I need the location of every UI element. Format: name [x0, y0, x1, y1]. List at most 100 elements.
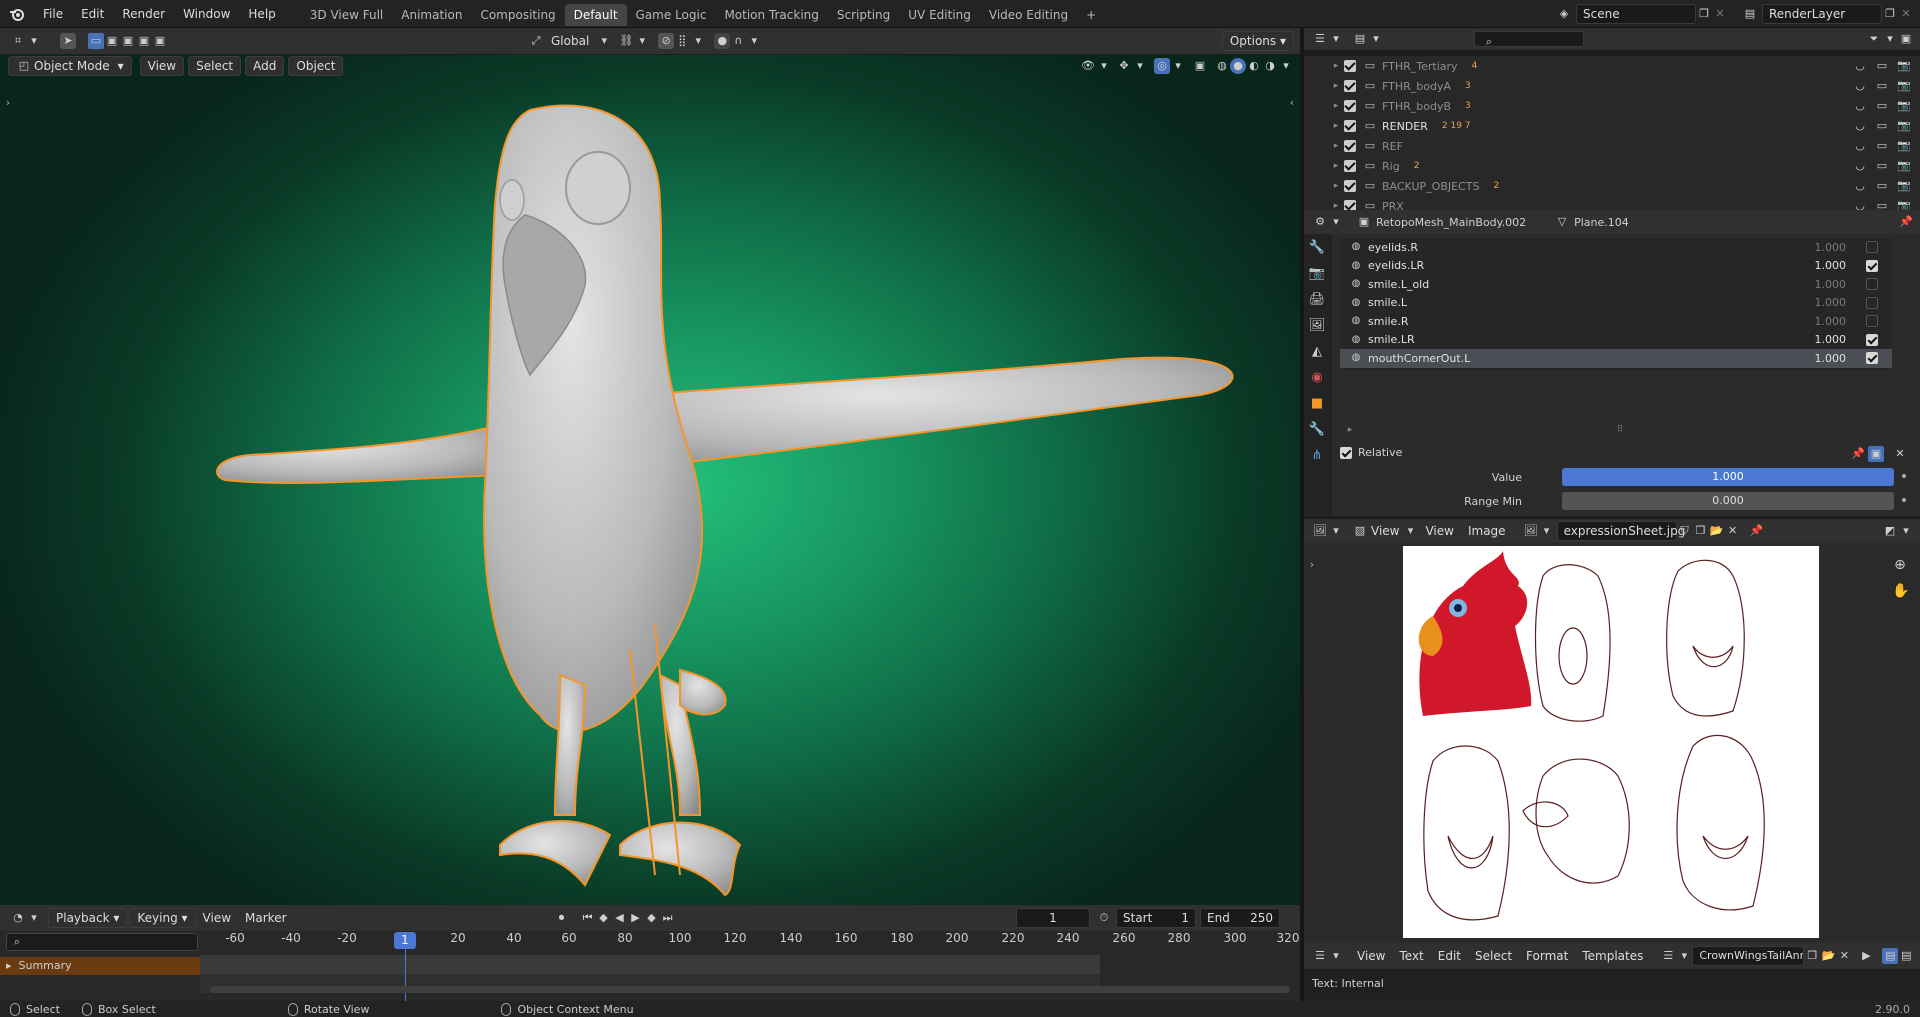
disable-in-viewport-icon[interactable]: ▭	[1874, 158, 1890, 174]
expand-arrow-icon[interactable]: ▸	[1328, 118, 1344, 134]
chevron-down-icon[interactable]: ▾	[1328, 31, 1344, 47]
tool-tab-icon[interactable]: 🔧	[1304, 234, 1330, 260]
chevron-down-icon[interactable]: ▾	[1898, 523, 1914, 539]
hide-in-viewport-icon[interactable]: ◡	[1852, 138, 1868, 154]
tab-motion-tracking[interactable]: Motion Tracking	[715, 4, 827, 26]
outliner-search-input[interactable]: ⌕	[1474, 31, 1584, 48]
menu-format[interactable]: Format	[1519, 946, 1575, 966]
menu-text-select[interactable]: Select	[1468, 946, 1519, 966]
shape-key-mute-checkbox[interactable]	[1866, 278, 1878, 291]
tab-compositing[interactable]: Compositing	[471, 4, 564, 26]
shape-key-value[interactable]: 1.000	[1796, 296, 1866, 309]
line-numbers-icon[interactable]: ▤	[1882, 948, 1899, 964]
outliner-row[interactable]: ▸ ▭ PRX ◡ ▭ 📷	[1328, 196, 1920, 210]
outliner-row[interactable]: ▸ ▭ FTHR_bodyA 3 ◡ ▭ 📷	[1328, 76, 1920, 96]
view-mode-icon[interactable]: ▧	[1352, 523, 1368, 539]
editor-type-icon[interactable]: ⌗	[10, 33, 26, 49]
exclude-checkbox[interactable]	[1344, 160, 1356, 172]
shape-key-value[interactable]: 1.000	[1796, 259, 1866, 272]
view-layer-field[interactable]: RenderLayer	[1762, 3, 1882, 24]
fake-user-icon[interactable]: ⛉	[1677, 523, 1693, 539]
select-invert-icon[interactable]: ▣	[136, 33, 152, 49]
shape-key-name[interactable]: eyelids.LR	[1368, 259, 1424, 272]
select-extend-icon[interactable]: ▣	[104, 33, 120, 49]
outliner-row[interactable]: ▸ ▭ FTHR_bodyB 3 ◡ ▭ 📷	[1328, 96, 1920, 116]
select-intersect-icon[interactable]: ▣	[152, 33, 168, 49]
disable-in-viewport-icon[interactable]: ▭	[1874, 138, 1890, 154]
current-frame-field[interactable]: 1	[1016, 908, 1090, 928]
toolbar-expand-icon[interactable]: ›	[1304, 557, 1320, 573]
delete-view-layer-icon[interactable]: ✕	[1898, 6, 1914, 22]
menu-keying[interactable]: Keying ▾	[129, 908, 196, 928]
outliner-row[interactable]: ▸ ▭ BACKUP_OBJECTS 2 ◡ ▭ 📷	[1328, 176, 1920, 196]
tab-default[interactable]: Default	[564, 4, 627, 26]
image-browse-icon[interactable]: 🖼	[1523, 523, 1539, 539]
disable-in-render-icon[interactable]: 📷	[1896, 78, 1912, 94]
shape-key-row[interactable]: ◍ smile.L 1.000	[1340, 294, 1892, 313]
zoom-icon[interactable]: ⊕	[1892, 557, 1908, 573]
tab-video-editing[interactable]: Video Editing	[980, 4, 1077, 26]
shape-key-mute-checkbox[interactable]	[1866, 241, 1878, 254]
falloff-icon[interactable]: ∩	[730, 33, 746, 49]
view-mode-dropdown[interactable]: View	[1368, 521, 1402, 541]
shape-key-name[interactable]: smile.LR	[1368, 333, 1415, 346]
new-collection-icon[interactable]: ▣	[1898, 31, 1914, 47]
play-icon[interactable]: ▶	[628, 910, 644, 926]
jump-start-icon[interactable]: ⏮	[580, 910, 596, 926]
view-layer-icon[interactable]: ▤	[1742, 6, 1758, 22]
shape-key-mute-checkbox[interactable]	[1866, 296, 1878, 309]
shape-keys-list[interactable]: ◍ eyelids.R 1.000 ◍ eyelids.LR 1.000 ◍ smile.L_…	[1340, 238, 1892, 370]
orientation-dropdown[interactable]: Global	[544, 31, 596, 51]
shape-key-row[interactable]: ◍ mouthCornerOut.L 1.000	[1340, 349, 1892, 368]
shape-key-row[interactable]: ◍ smile.R 1.000	[1340, 312, 1892, 331]
chevron-down-icon[interactable]: ▾	[1328, 948, 1344, 964]
shape-key-row[interactable]: ◍ smile.LR 1.000	[1340, 331, 1892, 350]
expand-arrow-icon[interactable]: ▸	[1328, 158, 1344, 174]
expand-arrow-icon[interactable]: ▸	[1328, 78, 1344, 94]
shape-key-lock-icon[interactable]: ▣	[1868, 446, 1884, 462]
3d-viewport[interactable]: ◰ Object Mode ▾ View Select Add Object 👁…	[0, 55, 1300, 905]
hide-in-viewport-icon[interactable]: ◡	[1852, 58, 1868, 74]
exclude-checkbox[interactable]	[1344, 80, 1356, 92]
prev-keyframe-icon[interactable]: ◆	[596, 910, 612, 926]
disable-in-viewport-icon[interactable]: ▭	[1874, 78, 1890, 94]
text-browse-icon[interactable]: ☰	[1660, 948, 1676, 964]
shape-key-row[interactable]: ◍ eyelids.R 1.000	[1340, 238, 1892, 257]
properties-editor-icon[interactable]: ⚙	[1312, 214, 1328, 230]
chevron-down-icon[interactable]: ▾	[746, 33, 762, 49]
shape-key-value[interactable]: 1.000	[1796, 333, 1866, 346]
snap-toggle-icon[interactable]: ⊘	[658, 33, 675, 49]
output-tab-icon[interactable]: 🖨	[1304, 286, 1330, 312]
shape-key-row[interactable]: ◍ smile.L_old 1.000	[1340, 275, 1892, 294]
menu-text-view[interactable]: View	[1350, 946, 1392, 966]
shape-key-mute-checkbox[interactable]	[1866, 315, 1878, 328]
pin-image-icon[interactable]: 📌	[1749, 523, 1765, 539]
shape-key-row[interactable]: ◍ eyelids.LR 1.000	[1340, 257, 1892, 276]
disable-in-viewport-icon[interactable]: ▭	[1874, 98, 1890, 114]
display-channels-icon[interactable]: ◩	[1882, 523, 1898, 539]
unlink-image-icon[interactable]: ✕	[1725, 523, 1741, 539]
disable-in-render-icon[interactable]: 📷	[1896, 198, 1912, 210]
object-tab-icon[interactable]: ■	[1304, 390, 1330, 416]
snap-target-icon[interactable]: ⣿	[674, 33, 690, 49]
image-editor-canvas[interactable]: › ⊕ ✋	[1304, 543, 1920, 943]
expand-arrow-icon[interactable]: ▸	[1328, 198, 1344, 210]
start-frame-field[interactable]: Start 1	[1116, 908, 1196, 928]
shape-key-name[interactable]: mouthCornerOut.L	[1368, 352, 1470, 365]
select-subtract-icon[interactable]: ▣	[120, 33, 136, 49]
exclude-checkbox[interactable]	[1344, 100, 1356, 112]
shape-key-value[interactable]: 1.000	[1796, 352, 1866, 365]
exclude-checkbox[interactable]	[1344, 140, 1356, 152]
outliner-editor-icon[interactable]: ☰	[1312, 31, 1328, 47]
shape-key-name[interactable]: smile.R	[1368, 315, 1408, 328]
shape-key-value[interactable]: 1.000	[1796, 241, 1866, 254]
text-editor-icon[interactable]: ☰	[1312, 948, 1328, 964]
shape-key-mute-checkbox[interactable]	[1866, 259, 1878, 272]
keyframe-dot-icon[interactable]	[1902, 474, 1906, 478]
menu-templates[interactable]: Templates	[1575, 946, 1650, 966]
new-text-icon[interactable]: ❐	[1804, 948, 1820, 964]
outliner-row[interactable]: ▸ ▭ RENDER 2 19 7 ◡ ▭ 📷	[1328, 116, 1920, 136]
image-name-field[interactable]: expressionSheet.jpg	[1556, 521, 1685, 541]
expand-arrow-icon[interactable]: ▸	[1328, 58, 1344, 74]
proportional-edit-icon[interactable]: ●	[714, 33, 731, 49]
